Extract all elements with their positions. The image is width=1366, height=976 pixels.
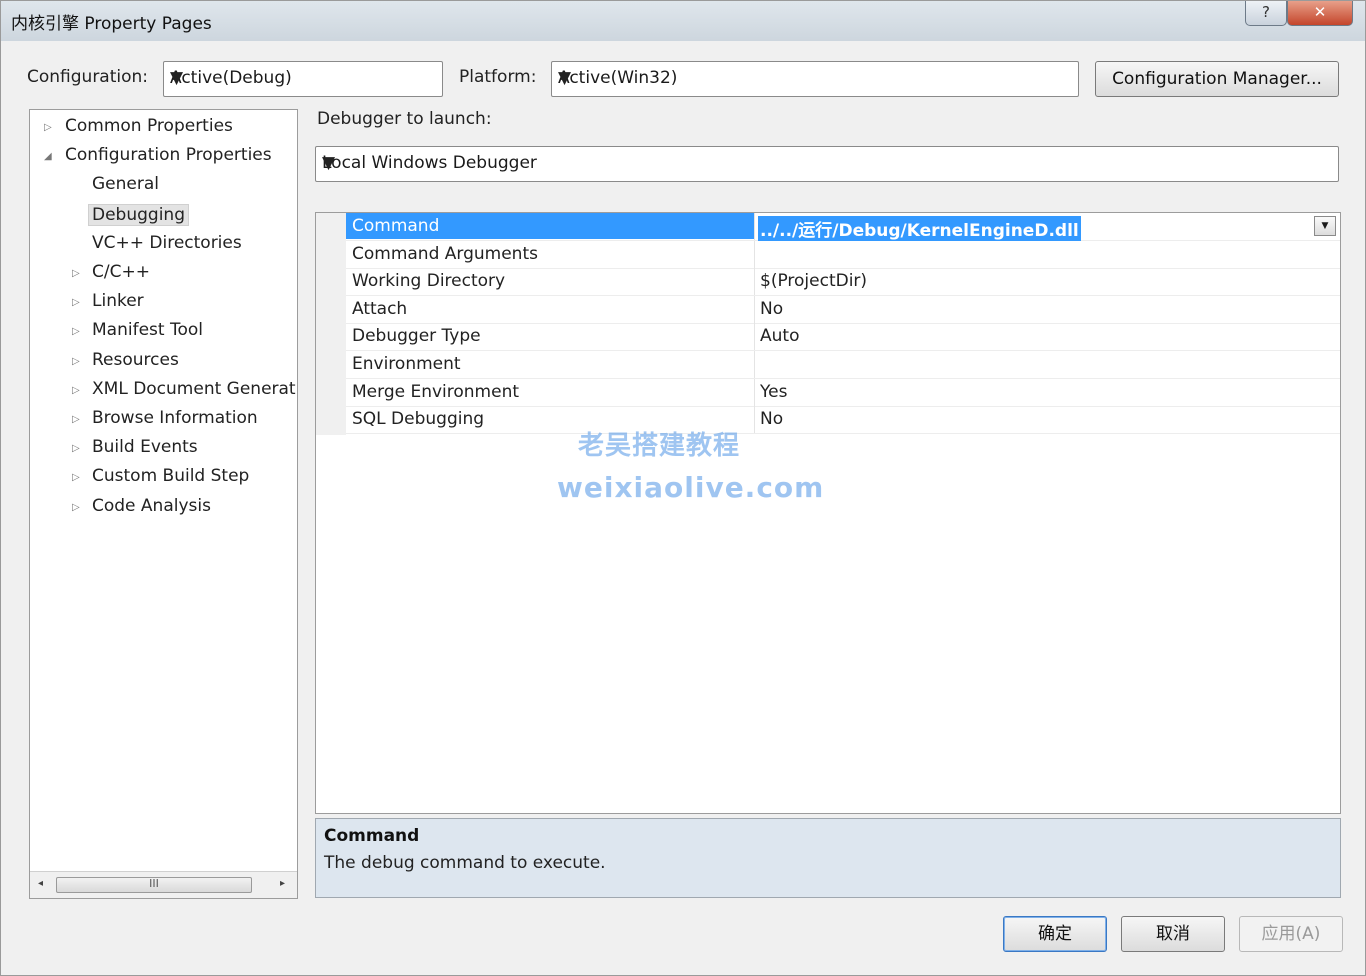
property-value[interactable]: Yes: [760, 382, 787, 402]
tree-item[interactable]: General: [92, 174, 159, 194]
close-icon: ✕: [1313, 3, 1327, 21]
column-divider: [754, 351, 755, 378]
property-grid: Command ../../运行/Debug/KernelEngineD.dll ▼…: [315, 212, 1341, 814]
property-name: Merge Environment: [352, 381, 520, 402]
tree-item[interactable]: Build Events: [92, 437, 198, 457]
apply-label: 应用(A): [1261, 924, 1321, 944]
column-divider: [754, 213, 755, 240]
help-icon: ?: [1262, 3, 1270, 21]
tree-item[interactable]: Linker: [92, 291, 144, 311]
property-tree[interactable]: ▷ Common Properties ◢ Configuration Propert…: [29, 109, 298, 899]
column-divider: [754, 295, 755, 323]
close-button[interactable]: ✕: [1287, 1, 1353, 26]
help-button[interactable]: ?: [1245, 1, 1287, 26]
column-divider: [754, 406, 755, 434]
title-bar: 内核引擎 Property Pages ? ✕: [1, 1, 1365, 41]
property-row[interactable]: Command Arguments: [346, 240, 1340, 269]
description-text: The debug command to execute.: [324, 853, 606, 873]
cancel-label: 取消: [1156, 924, 1190, 944]
value-dropdown-button[interactable]: ▼: [1314, 216, 1336, 236]
tree-expander-icon[interactable]: ▷: [72, 326, 80, 337]
property-row[interactable]: Command ../../运行/Debug/KernelEngineD.dll ▼: [346, 213, 1340, 241]
chevron-down-icon: ▼: [558, 68, 572, 88]
property-pages-dialog: 内核引擎 Property Pages ? ✕ Configuration: A…: [0, 0, 1366, 976]
apply-button[interactable]: 应用(A): [1239, 916, 1343, 952]
property-name: SQL Debugging: [352, 409, 485, 430]
tree-item[interactable]: Manifest Tool: [92, 320, 203, 340]
property-name: Command Arguments: [352, 243, 538, 264]
cancel-button[interactable]: 取消: [1121, 916, 1225, 952]
property-name: Environment: [352, 354, 461, 374]
tree-item[interactable]: Browse Information: [92, 408, 258, 428]
platform-dropdown[interactable]: Active(Win32) ▼: [551, 61, 1079, 97]
platform-label: Platform:: [459, 67, 537, 87]
tree-item[interactable]: Debugging: [88, 203, 189, 226]
tree-item[interactable]: Code Analysis: [92, 496, 211, 516]
property-row[interactable]: Attach No: [346, 295, 1340, 324]
tree-expander-icon[interactable]: ▷: [72, 472, 80, 483]
ok-label: 确定: [1038, 924, 1072, 944]
tree-expander-icon[interactable]: ▷: [72, 502, 80, 513]
debugger-dropdown[interactable]: Local Windows Debugger ▼: [315, 146, 1339, 182]
ok-button[interactable]: 确定: [1003, 916, 1107, 952]
configuration-manager-button[interactable]: Configuration Manager...: [1095, 61, 1339, 97]
tree-item[interactable]: VC++ Directories: [92, 233, 242, 253]
scroll-left-icon[interactable]: ◂: [38, 878, 43, 889]
column-divider: [754, 378, 755, 406]
scroll-thumb-grip: III: [149, 877, 159, 890]
property-row[interactable]: SQL Debugging No: [346, 406, 1340, 435]
tree-expander-icon[interactable]: ▷: [72, 356, 80, 367]
scroll-right-icon[interactable]: ▸: [280, 878, 285, 889]
property-value[interactable]: No: [760, 409, 783, 429]
debugger-label: Debugger to launch:: [317, 109, 492, 129]
property-value[interactable]: No: [760, 299, 783, 319]
grid-gutter: [316, 213, 346, 435]
tree-item[interactable]: Common Properties: [65, 116, 233, 136]
property-name: Working Directory: [352, 271, 506, 292]
property-value[interactable]: ../../运行/Debug/KernelEngineD.dll: [758, 216, 1081, 241]
property-row[interactable]: Merge Environment Yes: [346, 378, 1340, 407]
window-title: 内核引擎 Property Pages: [11, 14, 212, 34]
tree-item[interactable]: XML Document Generat: [92, 379, 296, 399]
chevron-down-icon: ▼: [322, 153, 336, 173]
tree-item[interactable]: Custom Build Step: [92, 466, 249, 486]
property-value[interactable]: $(ProjectDir): [760, 271, 867, 291]
configuration-label: Configuration:: [27, 67, 149, 87]
description-panel: Command The debug command to execute.: [315, 818, 1341, 898]
column-divider: [754, 323, 755, 351]
tree-horizontal-scrollbar[interactable]: ◂ III ▸: [30, 871, 297, 898]
property-row[interactable]: Working Directory $(ProjectDir): [346, 268, 1340, 297]
chevron-down-icon: ▼: [170, 68, 184, 88]
tree-expander-icon[interactable]: ▷: [72, 297, 80, 308]
tree-expander-icon[interactable]: ▷: [72, 443, 80, 454]
property-name: Command: [352, 216, 440, 236]
tree-expander-icon[interactable]: ▷: [44, 122, 52, 133]
property-row[interactable]: Debugger Type Auto: [346, 323, 1340, 352]
tree-expander-icon[interactable]: ▷: [72, 268, 80, 279]
tree-expander-icon[interactable]: ▷: [72, 385, 80, 396]
property-name: Attach: [352, 298, 408, 319]
scroll-thumb[interactable]: III: [56, 877, 252, 893]
tree-expander-icon[interactable]: ◢: [44, 151, 52, 162]
property-row[interactable]: Environment: [346, 351, 1340, 379]
tree-item[interactable]: Resources: [92, 350, 179, 370]
watermark-title: 老吴搭建教程: [578, 431, 741, 461]
tree-item[interactable]: Configuration Properties: [65, 145, 272, 165]
configuration-dropdown[interactable]: Active(Debug) ▼: [163, 61, 443, 97]
tree-item[interactable]: C/C++: [92, 262, 150, 282]
column-divider: [754, 268, 755, 296]
configuration-manager-label: Configuration Manager...: [1112, 69, 1322, 89]
property-value[interactable]: Auto: [760, 326, 799, 346]
property-name: Debugger Type: [352, 326, 481, 347]
tree-expander-icon[interactable]: ▷: [72, 414, 80, 425]
column-divider: [754, 240, 755, 268]
description-title: Command: [324, 826, 420, 846]
watermark-url: weixiaolive.com: [557, 471, 825, 504]
